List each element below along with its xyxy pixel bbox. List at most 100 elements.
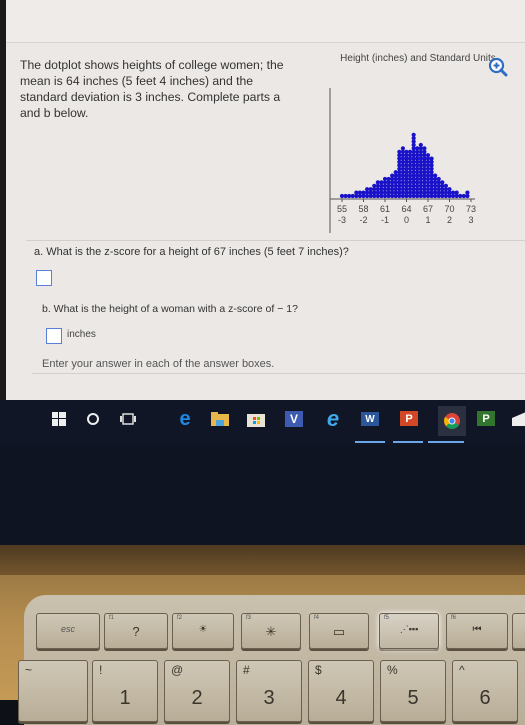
- screen: The dotplot shows heights of college wom…: [0, 0, 525, 400]
- chrome-icon[interactable]: [438, 406, 466, 436]
- x-tick-label: 64: [401, 204, 411, 214]
- project-letter: P: [482, 412, 490, 425]
- store-icon[interactable]: [245, 408, 267, 430]
- question-b: b. What is the height of a woman with a …: [42, 303, 298, 315]
- help-icon: ?: [132, 624, 140, 639]
- key-1[interactable]: ! 1: [92, 660, 158, 722]
- z-tick-label: -3: [338, 215, 346, 225]
- fn-label: f4: [314, 615, 320, 621]
- cortana-circle-icon[interactable]: [82, 408, 104, 430]
- data-dot: [354, 190, 359, 195]
- instruction-text: Enter your answer in each of the answer …: [42, 358, 275, 370]
- data-dot: [429, 156, 434, 161]
- word-active-indicator: [355, 441, 385, 443]
- data-dot: [350, 193, 355, 199]
- folder-icon[interactable]: [209, 408, 231, 430]
- key-f2[interactable]: f2 ☀: [172, 613, 234, 649]
- key-f7[interactable]: [512, 613, 525, 649]
- key-f5[interactable]: f5 ⋰▪▪▪: [379, 613, 439, 649]
- data-dot: [361, 190, 366, 195]
- key-number: 1: [119, 687, 131, 709]
- windows-taskbar: e V e W P P: [0, 400, 525, 445]
- ie-icon[interactable]: e: [322, 406, 344, 431]
- z-tick-label: 1: [425, 215, 430, 225]
- zoom-in-icon[interactable]: [488, 57, 508, 77]
- task-view-icon[interactable]: [117, 408, 139, 430]
- visio-icon[interactable]: V: [285, 411, 303, 427]
- data-dot: [382, 176, 388, 182]
- key-label: esc: [60, 624, 75, 634]
- powerpoint-icon[interactable]: P: [400, 411, 418, 426]
- data-dot: [465, 190, 470, 195]
- key-5[interactable]: % 5: [380, 660, 446, 722]
- data-dot: [379, 180, 384, 185]
- z-tick-label: -2: [359, 215, 367, 225]
- key-f6[interactable]: f6 ⏮: [446, 613, 508, 649]
- key-f3[interactable]: f3 ✳: [241, 613, 301, 649]
- word-icon[interactable]: W: [361, 412, 379, 426]
- data-dot: [418, 142, 423, 148]
- answer-b-unit: inches: [67, 329, 96, 340]
- x-tick-label: 70: [444, 204, 454, 214]
- data-dot: [404, 149, 409, 154]
- key-4[interactable]: $4: [308, 660, 374, 722]
- dotplot-chart: 55-3 58-2 61-1 640 671 702 733: [329, 88, 476, 233]
- key-symbol: %: [387, 663, 398, 677]
- question-panel: The dotplot shows heights of college wom…: [6, 43, 525, 400]
- keyboard: esc f1? f2 ☀ f3 ✳ f4 ▭ f5 ⋰▪▪▪ f6 ⏮ ~ ! 1 @2 #…: [0, 575, 525, 725]
- display-switch-icon: ▭: [332, 624, 346, 639]
- x-tick-label: 58: [358, 204, 368, 214]
- data-dot: [390, 173, 395, 178]
- project-icon[interactable]: P: [477, 411, 495, 426]
- key-symbol: ~: [25, 663, 33, 677]
- top-toolbar-area: [6, 0, 525, 43]
- data-dot: [450, 190, 456, 195]
- brightness-up-icon: ✳: [265, 624, 277, 639]
- data-dot: [458, 193, 463, 199]
- x-tick-label: 67: [423, 204, 433, 214]
- data-dot: [461, 193, 466, 199]
- mail-icon[interactable]: [510, 408, 525, 430]
- data-dot: [454, 190, 459, 195]
- key-f1[interactable]: f1?: [104, 613, 168, 649]
- keyboard-backlight-icon: ⋰▪▪▪: [399, 624, 419, 634]
- chrome-active-indicator: [428, 441, 464, 443]
- key-number: 6: [479, 687, 491, 709]
- ie-letter: e: [326, 406, 340, 431]
- key-f4[interactable]: f4 ▭: [309, 613, 369, 649]
- key-symbol: ^: [459, 663, 465, 677]
- x-tick-label: 55: [337, 204, 347, 214]
- data-dot: [443, 183, 449, 188]
- divider: [32, 373, 525, 374]
- data-dot: [422, 146, 427, 151]
- previous-track-icon: ⏮: [472, 624, 482, 635]
- key-esc[interactable]: esc: [36, 613, 100, 649]
- fn-label: f6: [451, 615, 457, 621]
- edge-icon[interactable]: e: [174, 408, 196, 430]
- key-symbol: #: [243, 663, 250, 677]
- data-dot: [364, 187, 370, 192]
- answer-b-input[interactable]: [46, 328, 62, 344]
- key-tilde[interactable]: ~: [18, 660, 88, 722]
- key-symbol: !: [99, 663, 103, 677]
- powerpoint-active-indicator: [393, 441, 423, 443]
- fn-label: f2: [177, 615, 183, 621]
- data-dot: [357, 190, 363, 195]
- fn-label: f3: [246, 615, 252, 621]
- data-dot: [393, 170, 398, 175]
- data-dot: [440, 180, 445, 185]
- key-symbol: @: [171, 663, 184, 677]
- answer-a-input[interactable]: [36, 270, 52, 286]
- visio-letter: V: [289, 412, 298, 426]
- key-6[interactable]: ^ 6: [452, 660, 518, 722]
- edge-letter: e: [179, 407, 191, 430]
- data-dot: [397, 149, 402, 154]
- key-symbol: $: [315, 663, 322, 677]
- key-2[interactable]: @2: [164, 660, 230, 722]
- z-tick-label: 3: [468, 215, 473, 225]
- data-dot: [436, 176, 441, 182]
- key-3[interactable]: #3: [236, 660, 302, 722]
- data-dot: [347, 193, 352, 199]
- windows-logo-icon[interactable]: [48, 408, 70, 430]
- divider: [26, 240, 525, 241]
